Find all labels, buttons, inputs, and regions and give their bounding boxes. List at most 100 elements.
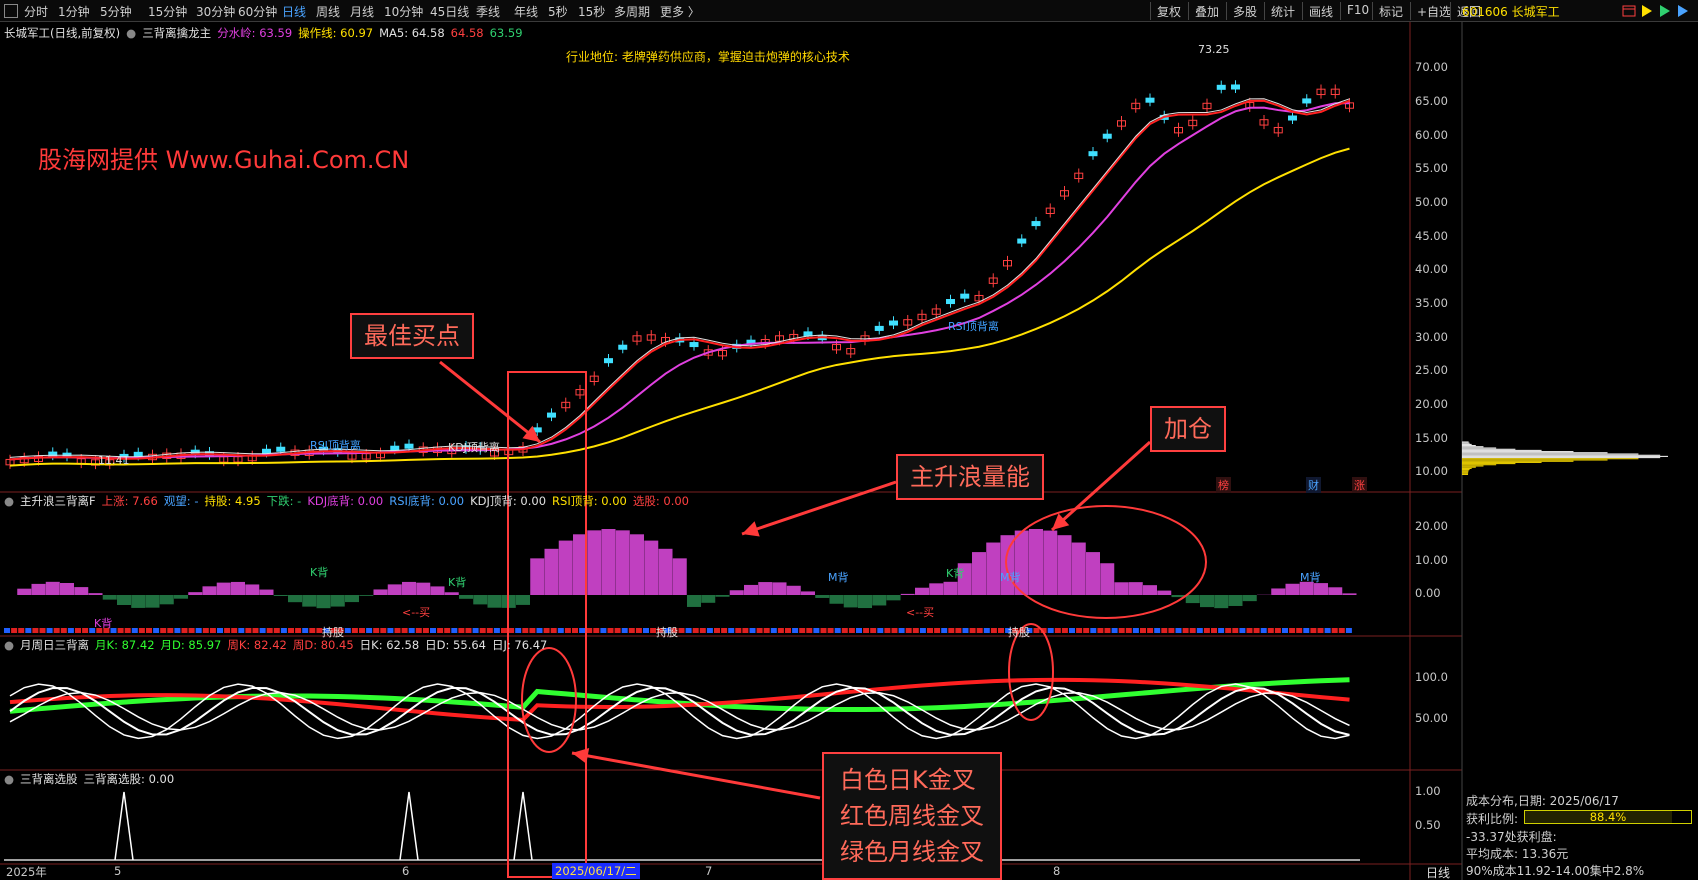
period-tab[interactable]: 多周期	[614, 3, 650, 20]
toolbar-button[interactable]: 统计	[1264, 2, 1301, 20]
toolbar-button[interactable]: 多股	[1226, 2, 1263, 20]
status-strip-cell	[18, 628, 25, 633]
candle-body	[404, 443, 414, 449]
period-tab[interactable]: 5秒	[548, 3, 568, 20]
volume-histogram-bar	[459, 595, 473, 599]
m-divergence-label: M背	[1000, 571, 1021, 584]
toolbar-button[interactable]: 叠加	[1188, 2, 1225, 20]
status-strip-cell	[543, 628, 550, 633]
status-strip-cell	[472, 628, 479, 633]
period-tab[interactable]: 45日线	[430, 3, 469, 20]
period-tab[interactable]: 30分钟	[196, 3, 235, 20]
candle-body	[1017, 238, 1027, 244]
status-strip-cell	[1047, 628, 1054, 633]
status-strip-cell	[309, 628, 316, 633]
volume-histogram-bar	[1014, 530, 1029, 595]
period-tab[interactable]: 月线	[350, 3, 374, 20]
status-strip-cell	[742, 628, 749, 633]
settings-icon[interactable]: ●	[126, 26, 136, 40]
cost-title: 成本分布,日期: 2025/06/17	[1466, 794, 1619, 808]
candle-body	[889, 320, 898, 326]
period-tab[interactable]: 5分钟	[100, 3, 132, 20]
period-tab[interactable]: 15分钟	[148, 3, 187, 20]
settings-icon[interactable]: ●	[4, 772, 14, 786]
forward-icon[interactable]	[1676, 4, 1690, 18]
volume-histogram-bar	[915, 587, 929, 595]
volume-histogram-bar	[858, 595, 872, 609]
badge-finance[interactable]: 财	[1306, 477, 1321, 493]
period-tab[interactable]: 分时	[24, 3, 48, 20]
settings-icon[interactable]: ●	[4, 638, 14, 652]
candle-body	[1102, 133, 1112, 139]
toolbar-button[interactable]: 复权	[1150, 2, 1187, 20]
status-strip-cell	[898, 628, 905, 633]
play-icon[interactable]	[1658, 4, 1672, 18]
status-strip-cell	[635, 628, 642, 633]
volume-histogram-bar	[1214, 595, 1229, 609]
volume-histogram-bar	[1057, 535, 1072, 595]
period-tab[interactable]: 季线	[476, 3, 500, 20]
volume-histogram-bar	[558, 540, 573, 595]
volume-histogram-bar	[1128, 582, 1143, 595]
toolbar-button[interactable]: F10	[1340, 2, 1375, 20]
status-strip-cell	[295, 628, 302, 633]
y-axis-label: 0.50	[1415, 818, 1441, 832]
period-tab[interactable]: 周线	[316, 3, 340, 20]
volume-histogram-bar	[102, 595, 117, 600]
status-strip-cell	[962, 628, 969, 633]
status-strip-cell	[1232, 628, 1239, 633]
period-tab[interactable]: 年线	[514, 3, 538, 20]
status-strip-cell	[479, 628, 486, 633]
settings-icon[interactable]: ●	[4, 494, 14, 508]
pane3-title[interactable]: 月周日三背离	[20, 638, 89, 652]
time-axis-month: 7	[705, 864, 713, 878]
badge-rise[interactable]: 涨	[1352, 477, 1367, 493]
volume-histogram-bar	[430, 586, 445, 595]
best-buy-arrow	[439, 360, 541, 444]
volume-histogram-bar	[900, 593, 915, 595]
volume-histogram-bar	[658, 548, 673, 595]
period-tab[interactable]: 10分钟	[384, 3, 423, 20]
window-menu-icon[interactable]	[4, 4, 18, 18]
volume-histogram-bar	[1157, 590, 1172, 595]
y-axis-label: 0.00	[1415, 586, 1441, 600]
window-icon[interactable]	[1622, 4, 1636, 18]
main-wave-arrow-head	[742, 521, 760, 537]
y-axis-label: 30.00	[1415, 330, 1448, 344]
period-tab[interactable]: 日线	[282, 3, 306, 20]
main-indicator-name[interactable]: 三背离擒龙主	[142, 26, 211, 40]
period-label[interactable]: 日线	[1426, 864, 1450, 880]
status-strip-cell	[1140, 628, 1146, 633]
status-strip-cell	[1203, 628, 1210, 633]
pane4-title[interactable]: 三背离选股	[20, 772, 78, 786]
candle-body	[1302, 98, 1312, 104]
profit-ratio-label: 获利比例:	[1466, 812, 1519, 826]
toolbar-button[interactable]: 画线	[1302, 2, 1339, 20]
period-tab[interactable]: 1分钟	[58, 3, 90, 20]
volume-histogram-bar	[672, 558, 687, 595]
pane2-title[interactable]: 主升浪三背离F	[20, 494, 96, 508]
volume-histogram-bar	[288, 595, 302, 603]
kdj-divergence-label: KDJ顶背离	[448, 441, 500, 454]
badge-bang[interactable]: 榜	[1216, 477, 1231, 493]
indicator-value: KDJ底背: 0.00	[307, 494, 384, 508]
flag-icon[interactable]	[1640, 4, 1654, 18]
candle-body	[262, 448, 271, 454]
status-strip-cell	[75, 628, 81, 633]
volume-histogram-bar	[1342, 593, 1357, 595]
candle-body	[960, 293, 970, 299]
volume-histogram-bar	[216, 582, 231, 595]
volume-histogram-bar	[444, 592, 459, 595]
time-axis-month: 5	[114, 864, 122, 878]
indicator-value: 三背离选股: 0.00	[83, 772, 175, 786]
status-strip-cell	[465, 628, 472, 633]
industry-text: 行业地位: 老牌弹药供应商，掌握迫击炮弹的核心技术	[566, 50, 850, 64]
period-tab[interactable]: 更多 〉	[660, 3, 700, 20]
volume-histogram-bar	[801, 591, 815, 595]
period-tab[interactable]: 15秒	[578, 3, 605, 20]
period-tab[interactable]: 60分钟	[238, 3, 277, 20]
callout-line: 绿色月线金叉	[840, 838, 984, 866]
status-strip-cell	[1317, 628, 1324, 633]
toolbar-button[interactable]: 标记	[1372, 2, 1409, 20]
indicator-value: 周D: 80.45	[292, 638, 354, 652]
